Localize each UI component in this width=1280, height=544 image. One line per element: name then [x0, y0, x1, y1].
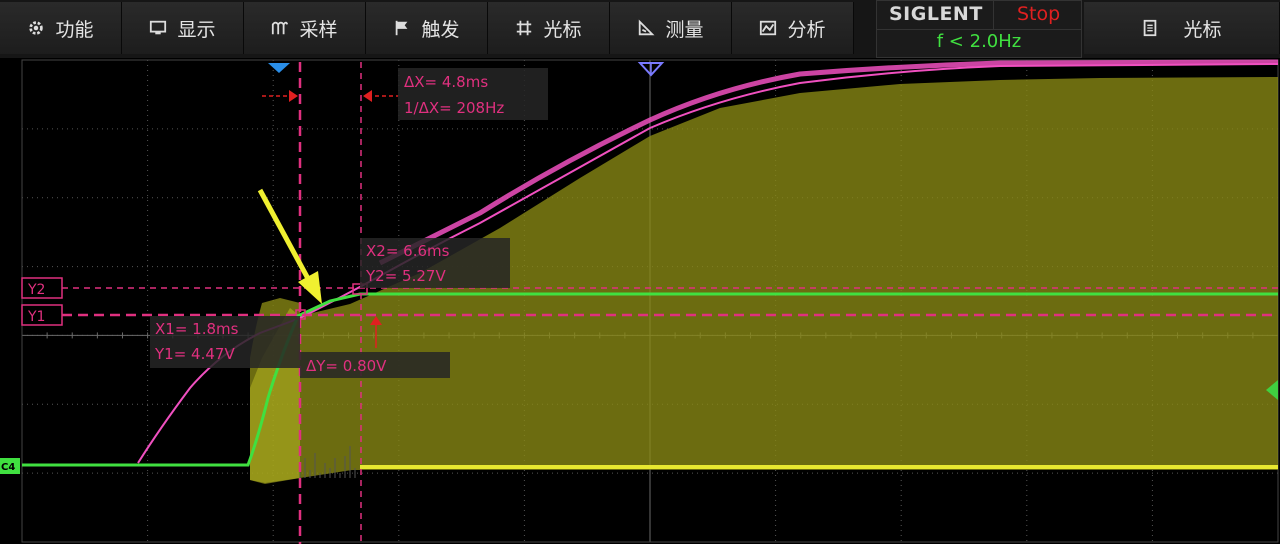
status-divider	[993, 1, 994, 29]
menu-function-label: 功能	[55, 18, 94, 41]
y1-readout: Y1= 4.47V	[154, 345, 235, 363]
y1-tag: Y1	[27, 309, 45, 325]
menu-acquire-label: 采样	[299, 18, 338, 41]
trigger-frequency: f < 2.0Hz	[936, 31, 1022, 52]
sampling-icon	[272, 21, 289, 35]
brand-logo: SIGLENT	[889, 3, 983, 25]
menu-trigger-label: 触发	[421, 18, 460, 41]
menu-cursors[interactable]: 光标	[488, 2, 610, 54]
delta-x-readout: ΔX= 4.8ms	[404, 73, 488, 91]
menu-measure-label: 测量	[665, 18, 704, 41]
run-state-indicator[interactable]: Stop	[1017, 3, 1060, 25]
document-icon	[1144, 19, 1157, 37]
inv-delta-x-readout: 1/ΔX= 208Hz	[404, 99, 504, 117]
channel-c4-tag: C4	[1, 462, 15, 473]
waveform-display[interactable]: ΔX= 4.8ms 1/ΔX= 208Hz X2= 6.6ms Y2= 5.27…	[0, 58, 1280, 544]
flag-icon	[396, 20, 408, 36]
x1-readout: X1= 1.8ms	[155, 320, 239, 338]
x2-readout: X2= 6.6ms	[366, 242, 450, 260]
gear-icon	[29, 21, 44, 35]
menu-measure[interactable]: 测量	[610, 2, 732, 54]
menu-right-cursors[interactable]: 光标	[1084, 2, 1280, 54]
status-row: SIGLENT Stop	[877, 1, 1081, 30]
y2-readout: Y2= 5.27V	[365, 267, 446, 285]
crosshair-icon	[517, 20, 532, 36]
menu-analysis[interactable]: 分析	[732, 2, 854, 54]
menu-trigger[interactable]: 触发	[366, 2, 488, 54]
y2-tag: Y2	[27, 282, 45, 298]
measure-icon	[639, 19, 655, 36]
menu-bar: 功能 显示 采样 触发 光标 测量 分析 SIGLENT Stop f < 2.…	[0, 0, 1280, 58]
menu-function[interactable]: 功能	[0, 2, 122, 54]
menu-cursors-label: 光标	[543, 18, 582, 41]
delta-y-readout: ΔY= 0.80V	[306, 357, 387, 375]
menu-acquire[interactable]: 采样	[244, 2, 366, 54]
menu-display-label: 显示	[177, 18, 216, 41]
menu-right-cursors-label: 光标	[1183, 18, 1222, 41]
menu-display[interactable]: 显示	[122, 2, 244, 54]
menu-analysis-label: 分析	[787, 18, 826, 41]
analysis-icon	[760, 20, 777, 36]
monitor-icon	[150, 20, 167, 35]
status-panel: SIGLENT Stop f < 2.0Hz	[876, 0, 1082, 58]
